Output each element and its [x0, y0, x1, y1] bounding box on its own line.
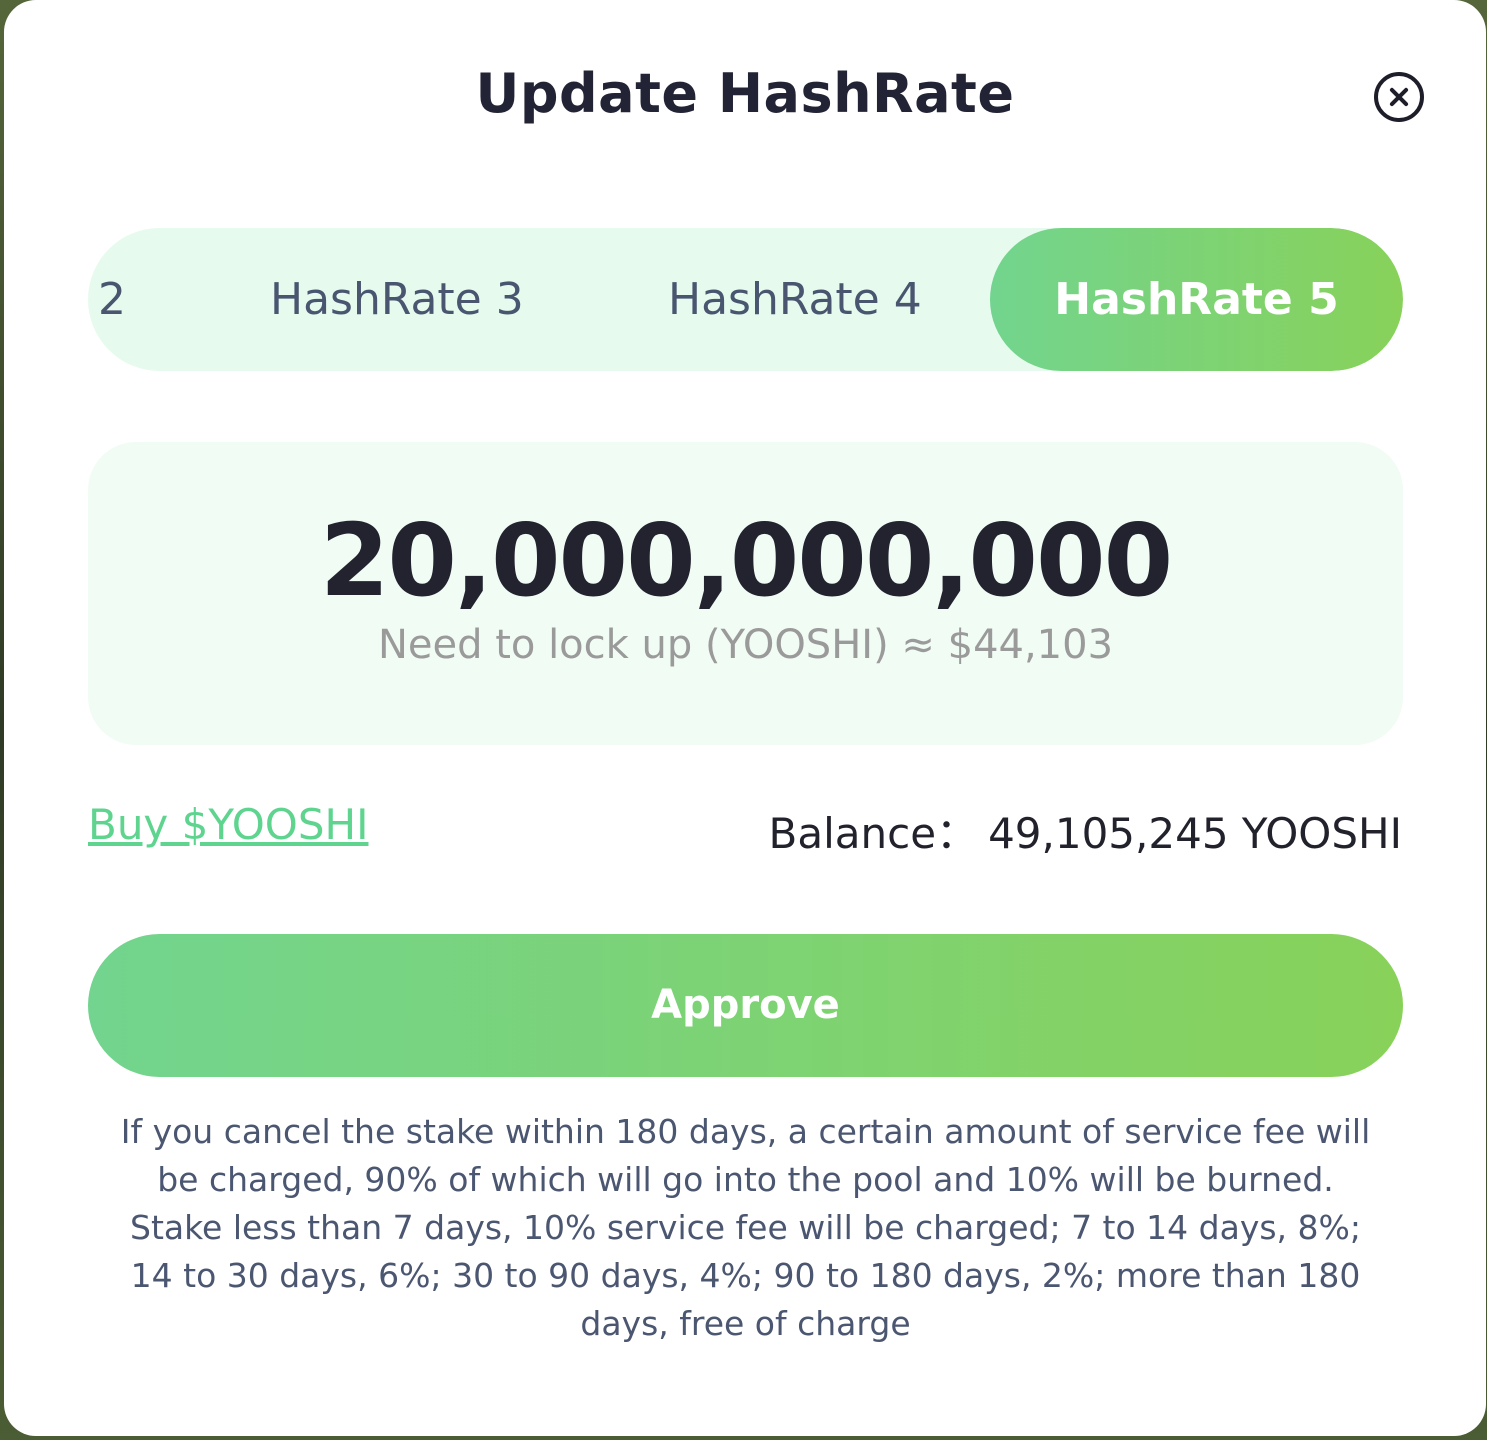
tab-hashrate-4[interactable]: HashRate 4 [668, 228, 922, 371]
tab-hashrate-5[interactable]: HashRate 5 [990, 228, 1403, 371]
lockup-amount-value: 20,000,000,000 [319, 502, 1173, 619]
balance-value: 49,105,245 YOOSHI [988, 809, 1402, 858]
tab-hashrate-3[interactable]: HashRate 3 [270, 228, 524, 371]
lockup-amount-card: 20,000,000,000 Need to lock up (YOOSHI) … [88, 442, 1403, 745]
lockup-amount-subtitle: Need to lock up (YOOSHI) ≈ $44,103 [377, 622, 1114, 668]
modal-title: Update HashRate [475, 62, 1015, 125]
approve-button[interactable]: Approve [88, 934, 1403, 1077]
balance: Balance： 49,105,245 YOOSHI [769, 800, 1402, 861]
tab-hashrate-2[interactable]: 2 [98, 228, 126, 371]
hashrate-tabs: 2 HashRate 3 HashRate 4 HashRate 5 [88, 228, 1403, 371]
close-icon[interactable] [1374, 72, 1424, 122]
balance-label: Balance： [768, 809, 979, 858]
stake-fee-notice: If you cancel the stake within 180 days,… [120, 1112, 1371, 1343]
buy-yooshi-link[interactable]: Buy $YOOSHI [88, 800, 368, 849]
update-hashrate-modal: Update HashRate 2 HashRate 3 HashRate 4 … [4, 0, 1486, 1436]
